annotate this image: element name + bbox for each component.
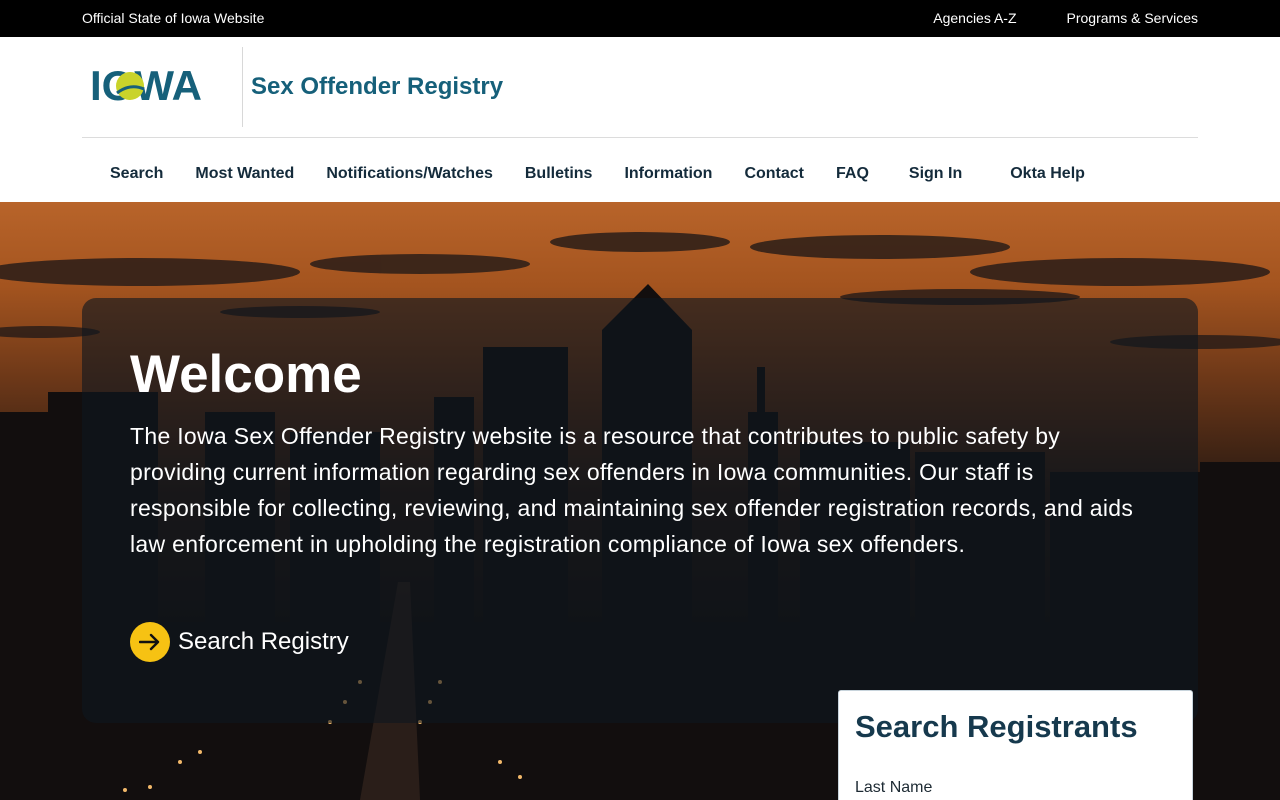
official-site-label: Official State of Iowa Website: [82, 10, 265, 26]
top-bar: Official State of Iowa Website Agencies …: [0, 0, 1280, 37]
nav-notifications-watches[interactable]: Notifications/Watches: [310, 165, 509, 183]
arrow-right-icon[interactable]: [130, 622, 170, 662]
nav-information[interactable]: Information: [608, 165, 728, 183]
top-links: Agencies A-Z Programs & Services: [933, 10, 1198, 26]
welcome-panel: Welcome The Iowa Sex Offender Registry w…: [82, 298, 1198, 723]
nav-faq[interactable]: FAQ: [820, 165, 885, 183]
site-title[interactable]: Sex Offender Registry: [251, 73, 503, 101]
iowa-logo[interactable]: IOWA: [82, 57, 232, 117]
header-divider: [82, 137, 1198, 138]
site-header: IOWA Sex Offender Registry Search Most W…: [0, 37, 1280, 202]
welcome-description: The Iowa Sex Offender Registry website i…: [130, 423, 1134, 557]
logo-text: IOWA: [90, 62, 202, 109]
nav-most-wanted[interactable]: Most Wanted: [179, 165, 310, 183]
brand[interactable]: IOWA Sex Offender Registry: [82, 47, 503, 127]
nav-bulletins[interactable]: Bulletins: [509, 165, 609, 183]
search-registrants-title: Search Registrants: [855, 709, 1138, 744]
nav-sign-in[interactable]: Sign In: [893, 165, 978, 183]
agencies-az-link[interactable]: Agencies A-Z: [933, 10, 1016, 26]
programs-services-link[interactable]: Programs & Services: [1067, 10, 1198, 26]
nav-contact[interactable]: Contact: [728, 165, 820, 183]
last-name-label: Last Name: [855, 779, 933, 796]
nav-okta-help[interactable]: Okta Help: [994, 165, 1101, 183]
main-nav: Search Most Wanted Notifications/Watches…: [82, 147, 1101, 201]
search-registry-link[interactable]: Search Registry: [130, 622, 349, 662]
hero-section: Welcome The Iowa Sex Offender Registry w…: [0, 202, 1280, 800]
brand-divider: [242, 47, 243, 127]
search-registrants-card: Search Registrants Last Name: [838, 690, 1193, 800]
welcome-heading: Welcome: [130, 345, 362, 404]
nav-search[interactable]: Search: [82, 165, 179, 183]
search-registry-label[interactable]: Search Registry: [178, 628, 349, 656]
